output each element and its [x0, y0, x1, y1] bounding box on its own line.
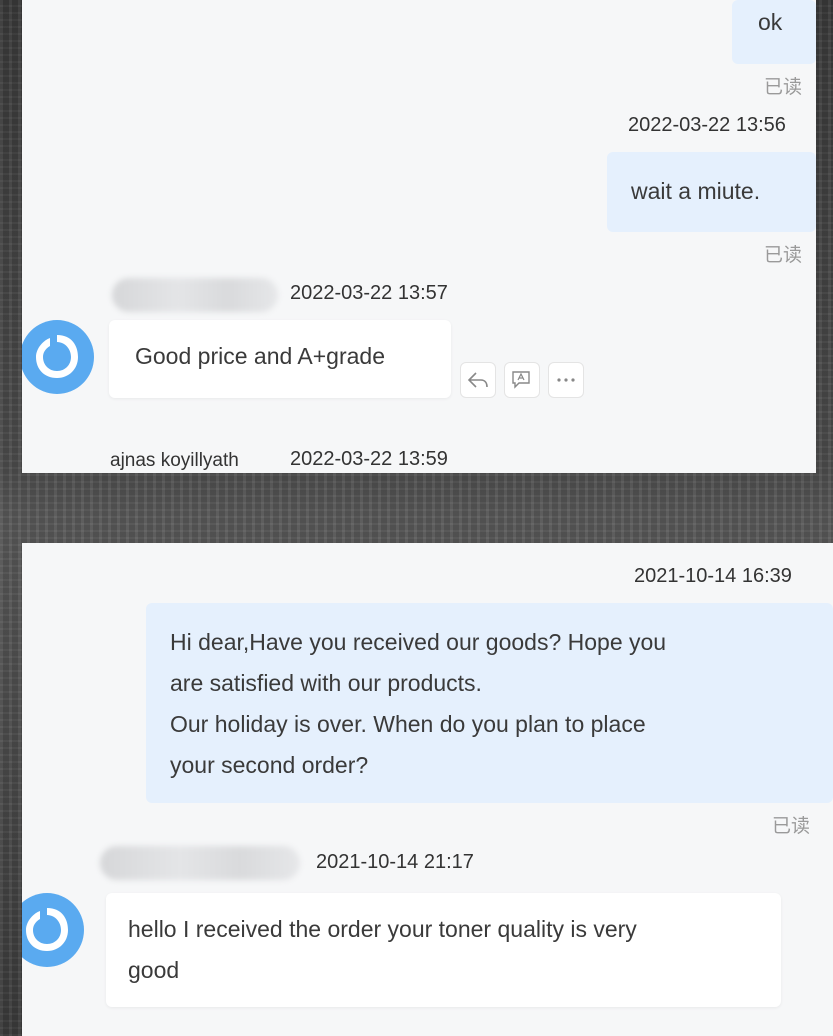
- sender-name-blurred: [112, 278, 278, 312]
- read-status: 已读: [772, 816, 811, 837]
- message-bubble-incoming: hello I received the order your toner qu…: [106, 893, 781, 1007]
- read-status: 已读: [764, 245, 803, 266]
- chat-panel-bottom: 2021-10-14 16:39 Hi dear,Have you receiv…: [22, 543, 833, 1036]
- message-text: wait a miute.: [631, 178, 761, 204]
- avatar-icon[interactable]: [22, 893, 84, 967]
- avatar-icon[interactable]: [22, 320, 94, 394]
- sender-name-blurred: [100, 846, 300, 880]
- message-bubble-outgoing: Hi dear,Have you received our goods? Hop…: [146, 603, 833, 803]
- message-timestamp: 2021-10-14 21:17: [316, 851, 474, 873]
- message-line: Hi dear,Have you received our goods? Hop…: [170, 629, 667, 655]
- message-line: your second order?: [170, 752, 369, 778]
- message-bubble-outgoing: ok: [732, 0, 816, 64]
- message-line: are satisfied with our products.: [170, 670, 482, 696]
- message-line: good: [128, 957, 180, 983]
- chat-panel-top: ok 已读 2022-03-22 13:56 wait a miute. 已读 …: [22, 0, 816, 473]
- message-actions: [460, 362, 584, 398]
- message-timestamp: 2022-03-22 13:57: [290, 282, 448, 304]
- message-bubble-incoming: Good price and A+grade: [109, 320, 451, 398]
- message-line: Our holiday is over. When do you plan to…: [170, 711, 646, 737]
- reply-icon[interactable]: [460, 362, 496, 398]
- message-text: Good price and A+grade: [135, 343, 385, 369]
- sender-name: ajnas koyillyath: [110, 450, 239, 471]
- message-timestamp: 2022-03-22 13:56: [628, 114, 786, 136]
- message-line: hello I received the order your toner qu…: [128, 916, 637, 942]
- read-status: 已读: [764, 77, 803, 98]
- more-icon[interactable]: [548, 362, 584, 398]
- message-bubble-outgoing: wait a miute.: [607, 152, 816, 232]
- message-timestamp: 2021-10-14 16:39: [634, 565, 792, 587]
- message-text: ok: [758, 9, 783, 35]
- message-timestamp: 2022-03-22 13:59: [290, 448, 448, 470]
- translate-icon[interactable]: [504, 362, 540, 398]
